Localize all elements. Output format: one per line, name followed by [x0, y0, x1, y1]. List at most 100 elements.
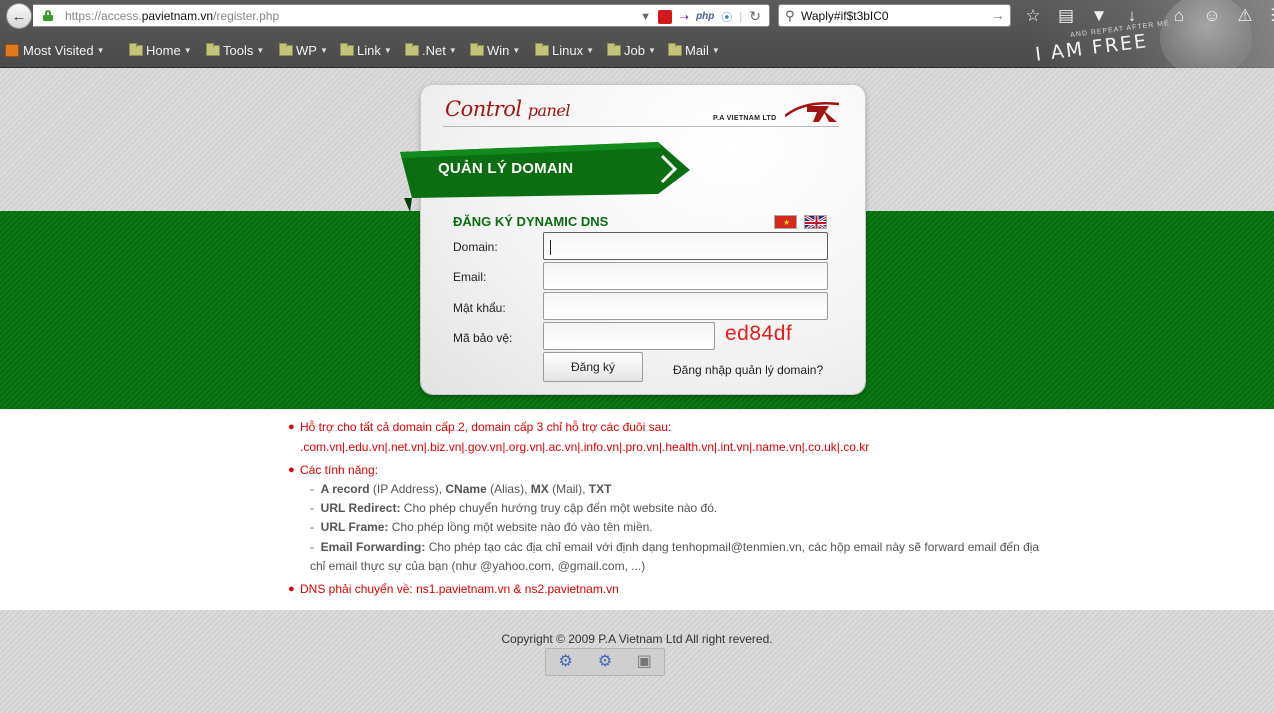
chevron-down-icon: ▼	[383, 46, 392, 55]
chevron-down-icon: ▼	[711, 46, 720, 55]
chat-icon[interactable]: ☺	[1201, 5, 1223, 27]
captcha-code: ed84df	[725, 322, 793, 345]
section-ribbon-title: QUẢN LÝ DOMAIN	[438, 160, 574, 177]
alert-icon[interactable]: ⚠	[1234, 5, 1256, 27]
folder-icon	[668, 43, 682, 56]
pa-vietnam-logo-icon	[785, 102, 840, 122]
feature-url-redirect: - URL Redirect: Cho phép chuyển hướng tr…	[310, 501, 718, 515]
web-page: Control panel P.A VIETNAM LTD QUẢN LÝ DO…	[0, 68, 1274, 713]
search-go-icon[interactable]: →	[991, 7, 1005, 23]
folder-icon	[607, 43, 621, 56]
folder-icon	[535, 43, 549, 56]
bookmark-folder-tools[interactable]: Tools ▼	[206, 43, 264, 58]
pocket-icon[interactable]: ▼	[1088, 5, 1110, 27]
url-text[interactable]: https://access.pavietnam.vn/register.php	[65, 9, 279, 23]
bookmark-folder-home[interactable]: Home ▼	[129, 43, 192, 58]
bullet-icon: ●	[288, 464, 295, 476]
separator: |	[739, 10, 743, 23]
language-english-icon[interactable]	[804, 215, 827, 229]
chevron-down-icon: ▼	[96, 46, 105, 55]
copyright-text: Copyright © 2009 P.A Vietnam Ltd All rig…	[501, 632, 773, 646]
search-icon: ⚲	[785, 8, 795, 23]
bookmarks-toolbar: Most Visited ▼ Home ▼ Tools ▼ WP ▼ Link ▼ .Ne…	[0, 41, 1030, 63]
bullet-icon: ●	[288, 421, 295, 433]
domain-label: Domain:	[453, 240, 498, 254]
theme-motto-big: I AM FREE	[1034, 30, 1150, 66]
bookmark-folder-net[interactable]: .Net ▼	[405, 43, 457, 58]
search-input[interactable]: Waply#if$t3bIC0	[801, 9, 889, 23]
domain-input[interactable]	[543, 232, 828, 260]
folder-icon	[340, 43, 354, 56]
chevron-down-icon: ▼	[319, 46, 328, 55]
chevron-down-icon: ▼	[256, 46, 265, 55]
navigation-toolbar: ← https://access.pavietnam.vn/register.p…	[0, 0, 1274, 32]
feature-records: - A record (IP Address), CName (Alias), …	[310, 482, 612, 496]
back-button[interactable]: ←	[6, 3, 32, 29]
chevron-down-icon: ▼	[448, 46, 457, 55]
wifi-icon[interactable]: ⦿	[721, 9, 732, 25]
form-title: ĐĂNG KÝ DYNAMIC DNS	[453, 214, 609, 229]
robot-icon[interactable]: ▣	[634, 652, 654, 672]
feature-url-frame: - URL Frame: Cho phép lồng một website n…	[310, 520, 653, 534]
lock-icon[interactable]	[43, 10, 53, 21]
download-icon[interactable]: ↓	[1121, 5, 1143, 27]
footer-icon-bar: ⚙ ⚙ ▣	[545, 648, 665, 676]
captcha-label: Mã bảo vệ:	[453, 331, 513, 345]
bookmark-star-icon[interactable]: ☆	[1022, 5, 1044, 27]
control-panel-logo: Control panel	[445, 97, 570, 121]
language-vietnamese-icon[interactable]: ★	[774, 215, 797, 229]
password-label: Mật khẩu:	[453, 301, 506, 315]
chevron-down-icon: ▼	[183, 46, 192, 55]
password-input[interactable]	[543, 292, 828, 320]
gear-icon[interactable]: ⚙	[595, 652, 615, 672]
bullet-icon: ●	[288, 583, 295, 595]
reading-list-icon[interactable]: ▤	[1055, 5, 1077, 27]
home-icon[interactable]: ⌂	[1168, 5, 1190, 27]
php-icon[interactable]: php	[696, 11, 714, 22]
bookmark-folder-win[interactable]: Win ▼	[470, 43, 520, 58]
bookmark-folder-link[interactable]: Link ▼	[340, 43, 392, 58]
text-caret	[550, 240, 551, 255]
login-domain-link[interactable]: Đăng nhập quản lý domain?	[673, 363, 823, 377]
feather-icon[interactable]: ➝	[679, 10, 689, 24]
address-bar[interactable]: https://access.pavietnam.vn/register.php…	[33, 4, 770, 27]
feature-email-forwarding: - Email Forwarding: Cho phép tạo các địa…	[310, 540, 1040, 554]
section-ribbon	[400, 142, 690, 212]
folder-icon	[470, 43, 484, 56]
folder-icon	[405, 43, 419, 56]
vietnam-flag-icon[interactable]	[658, 9, 673, 24]
bookmark-folder-job[interactable]: Job ▼	[607, 43, 656, 58]
brand-name: P.A VIETNAM LTD	[713, 115, 777, 122]
bookmark-folder-linux[interactable]: Linux ▼	[535, 43, 594, 58]
email-input[interactable]	[543, 262, 828, 290]
chevron-down-icon: ▼	[647, 46, 656, 55]
email-label: Email:	[453, 270, 487, 284]
folder-icon	[129, 43, 143, 56]
search-bar[interactable]: ⚲ Waply#if$t3bIC0 →	[778, 4, 1011, 27]
chevron-down-icon: ▼	[512, 46, 521, 55]
back-arrow-icon: ←	[11, 7, 27, 25]
reload-icon[interactable]: ↻	[749, 8, 761, 25]
info-dns: DNS phải chuyển về: ns1.pavietnam.vn & n…	[300, 582, 619, 596]
captcha-input[interactable]	[543, 322, 715, 350]
menu-icon[interactable]: ☰	[1267, 5, 1274, 27]
dropdown-arrow-icon[interactable]: ▼	[640, 11, 651, 23]
folder-icon	[279, 43, 293, 56]
most-visited-icon	[5, 44, 19, 57]
address-bar-icons: ▼ ➝ php ⦿ | ↻	[640, 8, 761, 25]
register-button[interactable]: Đăng ký	[543, 352, 643, 382]
captcha-image: ed84df	[720, 322, 830, 348]
panel-divider	[443, 126, 839, 127]
feature-email-forwarding-cont: chỉ email thực sự của bạn (như @yahoo.co…	[310, 559, 646, 573]
bookmark-most-visited[interactable]: Most Visited ▼	[5, 43, 105, 58]
browser-chrome: AND REPEAT AFTER ME I AM FREE ← https://…	[0, 0, 1274, 74]
info-domain-suffixes: .com.vn|.edu.vn|.net.vn|.biz.vn|.gov.vn|…	[300, 440, 870, 454]
info-features-title: Các tính năng:	[300, 463, 379, 477]
gear-icon[interactable]: ⚙	[556, 652, 576, 672]
bookmark-folder-wp[interactable]: WP ▼	[279, 43, 328, 58]
toolbar-icons: ☆ ▤ ▼ ↓ ⌂ ☺ ⚠ ☰	[1022, 5, 1274, 27]
folder-icon	[206, 43, 220, 56]
info-domain-support: Hỗ trợ cho tất cả domain cấp 2, domain c…	[300, 420, 672, 434]
bookmark-folder-mail[interactable]: Mail ▼	[668, 43, 720, 58]
chevron-down-icon: ▼	[586, 46, 594, 55]
